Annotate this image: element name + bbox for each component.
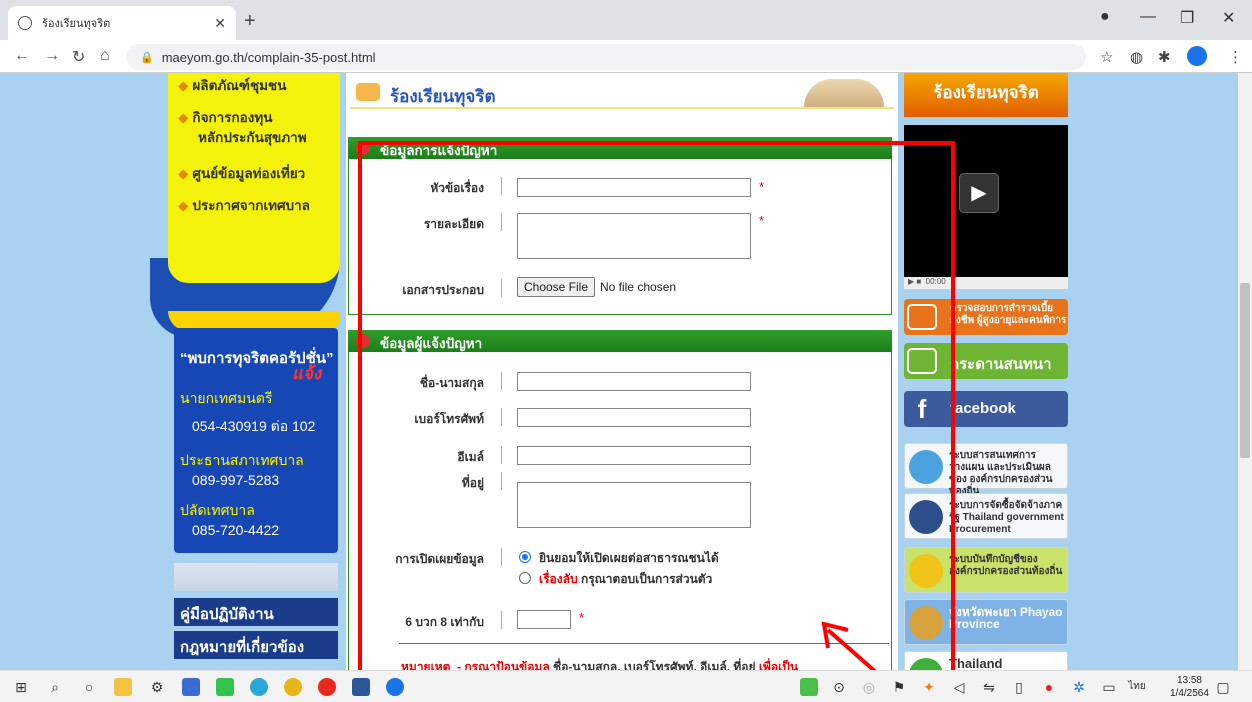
language-indicator[interactable]: ไทย [1128, 678, 1146, 696]
decorative-strip [174, 563, 338, 591]
page-title: ร้องเรียนทุจริต [390, 87, 496, 106]
globe-icon [18, 16, 32, 30]
right-header-banner[interactable]: ร้องเรียนทุจริต [904, 73, 1068, 117]
browser-tab[interactable]: ร้องเรียนทุจริต ✕ [8, 6, 236, 40]
address-bar: ← → ↻ ⌂ 🔒 maeyom.go.th/complain-35-post.… [0, 40, 1252, 73]
title-icon [356, 83, 380, 101]
menu-item-tourism[interactable]: ◆ ศูนย์ข้อมูลท่องเที่ยว [178, 165, 305, 183]
word-icon[interactable] [352, 678, 370, 696]
mayor-label: นายกเทศมนตรี [180, 390, 273, 406]
chrome-icon[interactable] [284, 678, 302, 696]
app-icon[interactable] [182, 678, 200, 696]
cortana-icon[interactable]: ○ [80, 678, 98, 696]
close-window-button[interactable]: ✕ [1222, 8, 1235, 28]
play-icon[interactable]: ▶ [959, 173, 999, 213]
reload-icon[interactable]: ↻ [72, 47, 85, 67]
corruption-box-sub: แจ้ง [292, 364, 322, 383]
volume-icon[interactable]: ◁ [950, 678, 968, 696]
menu-icon[interactable]: ⋮ [1228, 48, 1243, 66]
notification-icon[interactable]: ▢ [1214, 678, 1232, 696]
menu-item-health-fund[interactable]: ◆ กิจการกองทุน [178, 109, 272, 127]
lock-icon: 🔒 [140, 51, 154, 64]
council-label: ประธานสภาเทศบาล [180, 452, 304, 468]
menu-item-announcements[interactable]: ◆ ประกาศจากเทศบาล [178, 197, 310, 215]
opera-icon[interactable] [318, 678, 336, 696]
annotation-rectangle [358, 141, 955, 702]
keyboard-icon[interactable]: ▭ [1100, 678, 1118, 696]
url-field[interactable]: 🔒 maeyom.go.th/complain-35-post.html [126, 44, 1086, 70]
tab-title: ร้องเรียนทุจริต [42, 18, 111, 30]
close-tab-icon[interactable]: ✕ [214, 15, 226, 32]
tray-icon[interactable]: ✲ [1070, 678, 1088, 696]
settings-gear-icon[interactable]: ⚙ [148, 678, 166, 696]
manual-button[interactable]: คู่มือปฏิบัติงาน [174, 598, 338, 626]
tray-icon[interactable]: ◎ [860, 678, 878, 696]
chrome-profile-icon[interactable] [386, 678, 404, 696]
page-title-bar: ร้องเรียนทุจริต [350, 79, 894, 109]
menu-item-health-fund-line2[interactable]: หลักประกันสุขภาพ [198, 129, 307, 147]
minimize-button[interactable]: — [1140, 8, 1156, 26]
home-icon[interactable]: ⌂ [100, 47, 110, 65]
line-app-icon[interactable] [216, 678, 234, 696]
council-phone: 089-997-5283 [192, 472, 280, 488]
star-icon[interactable]: ☆ [1100, 48, 1113, 66]
url-text: maeyom.go.th/complain-35-post.html [161, 49, 376, 65]
scrollbar-thumb[interactable] [1240, 283, 1250, 458]
menu-item-community-products[interactable]: ◆ ผลิตภัณฑ์ชุมชน [178, 77, 286, 95]
clerk-phone: 085-720-4422 [192, 522, 280, 538]
maximize-button[interactable]: ❐ [1180, 8, 1194, 28]
temple-decoration [804, 79, 884, 107]
profile-dot-icon[interactable]: ● [1100, 8, 1110, 26]
law-button[interactable]: กฎหมายที่เกี่ยวข้อง [174, 631, 338, 659]
battery-icon[interactable]: ▯ [1010, 678, 1028, 696]
edge-icon[interactable] [250, 678, 268, 696]
clerk-label: ปลัดเทศบาล [180, 502, 255, 518]
forward-icon[interactable]: → [44, 47, 60, 65]
corruption-report-box: “พบการทุจริตคอรัปชั่น” แจ้ง นายกเทศมนตรี… [174, 328, 338, 553]
tray-icon[interactable] [800, 678, 818, 696]
search-icon[interactable]: ⌕ [46, 678, 64, 696]
avatar[interactable] [1187, 46, 1207, 66]
tray-icon[interactable]: ✦ [920, 678, 938, 696]
new-tab-button[interactable]: + [244, 10, 256, 33]
mayor-phone: 054-430919 ต่อ 102 [192, 418, 316, 434]
tray-icon[interactable]: ⊙ [830, 678, 848, 696]
page-scrollbar[interactable] [1238, 73, 1252, 670]
back-icon[interactable]: ← [14, 47, 30, 65]
browser-tab-bar: ร้องเรียนทุจริต ✕ + ● — ❐ ✕ [0, 0, 1252, 40]
network-icon[interactable]: ⇋ [980, 678, 998, 696]
file-explorer-icon[interactable] [114, 678, 132, 696]
left-menu: ◆ ผลิตภัณฑ์ชุมชน ◆ กิจการกองทุน หลักประกัน… [168, 73, 340, 283]
tray-icon[interactable]: ● [1040, 678, 1058, 696]
extension-icon[interactable]: ◍ [1130, 48, 1143, 66]
clock[interactable]: 13:58 1/4/2564 [1170, 674, 1209, 700]
windows-taskbar: ⊞ ⌕ ○ ⚙ ⊙ ◎ ⚑ ✦ ◁ ⇋ ▯ ● ✲ ▭ ไทย 13:58 1/… [0, 670, 1252, 702]
puzzle-icon[interactable]: ✱ [1158, 48, 1171, 66]
windows-start-icon[interactable]: ⊞ [12, 678, 30, 696]
tray-icon[interactable]: ⚑ [890, 678, 908, 696]
